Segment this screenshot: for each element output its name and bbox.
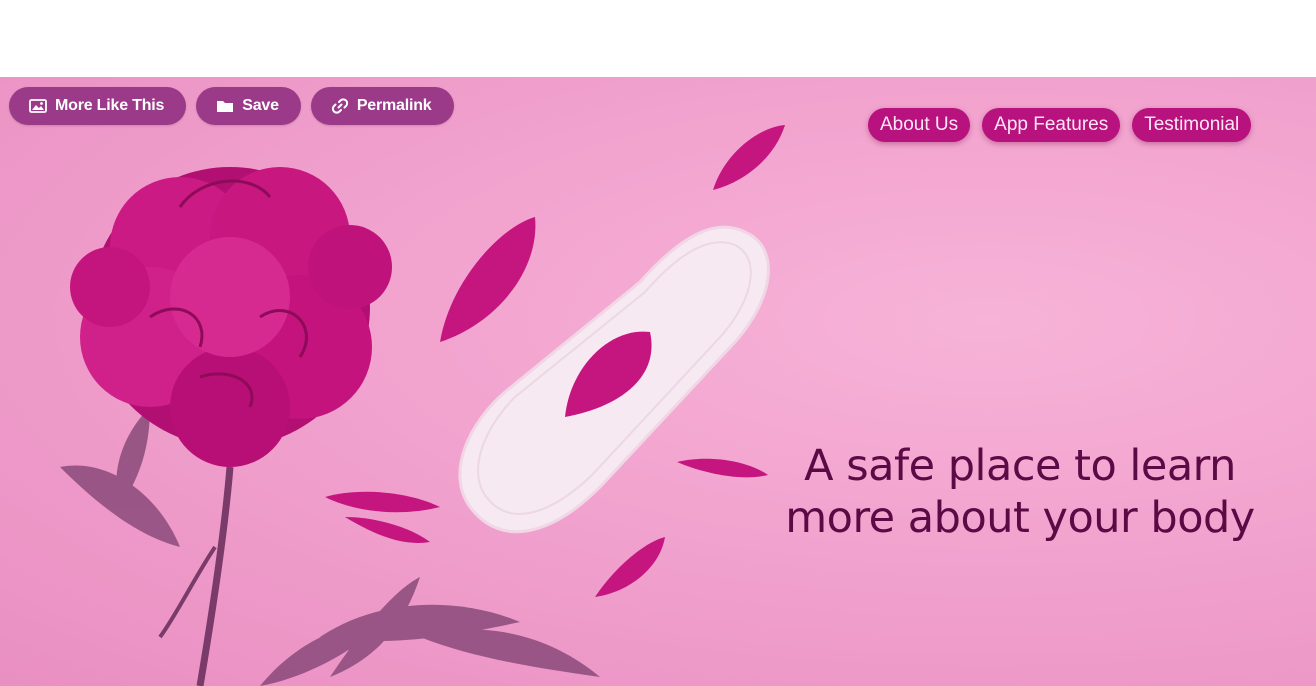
top-blank-area [0, 0, 1316, 77]
hero-image [60, 125, 785, 686]
nav-testimonial[interactable]: Testimonial [1132, 108, 1252, 142]
permalink-button[interactable]: Permalink [310, 87, 454, 125]
more-like-this-label: More Like This [55, 97, 165, 114]
tagline-line-2: more about your body [785, 493, 1255, 543]
image-action-bar: More Like This Save Permalink [9, 87, 454, 125]
save-label: Save [242, 97, 279, 114]
hero-section [0, 77, 1316, 686]
save-button[interactable]: Save [196, 87, 301, 125]
more-like-this-button[interactable]: More Like This [9, 87, 187, 125]
site-navigation: About Us App Features Testimonial [868, 108, 1252, 142]
nav-app-features[interactable]: App Features [982, 108, 1121, 142]
folder-icon [216, 97, 234, 115]
image-icon [29, 97, 47, 115]
peony-flower [70, 167, 392, 467]
nav-about-us[interactable]: About Us [868, 108, 971, 142]
permalink-label: Permalink [356, 97, 432, 114]
hero-tagline: A safe place to learn more about your bo… [760, 440, 1280, 544]
tagline-line-1: A safe place to learn [804, 441, 1236, 491]
link-icon [331, 97, 349, 115]
